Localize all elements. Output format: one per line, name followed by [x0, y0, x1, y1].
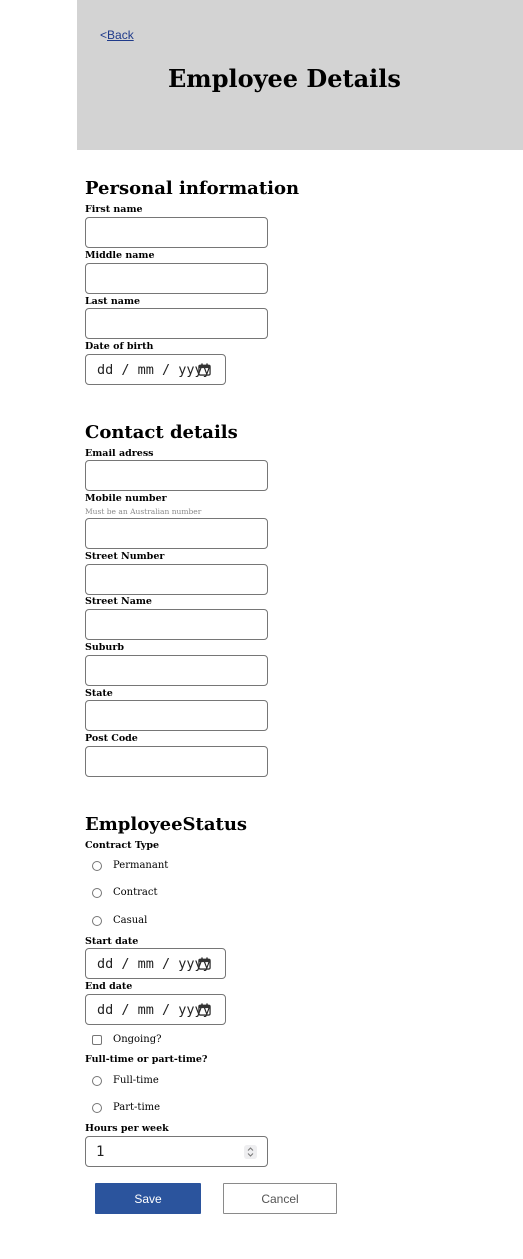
state-field[interactable]: [85, 700, 268, 731]
contract-type-label: Contract Type: [85, 840, 160, 851]
radio-full-time[interactable]: Full-time: [92, 1075, 159, 1086]
postcode-label: Post Code: [85, 733, 138, 744]
suburb-label: Suburb: [85, 642, 124, 653]
calendar-icon[interactable]: [198, 363, 211, 376]
radio-button[interactable]: [92, 887, 102, 898]
save-button[interactable]: Save: [95, 1183, 201, 1214]
suburb-field[interactable]: [85, 655, 268, 686]
street-name-field[interactable]: [85, 609, 268, 640]
page-header: <Back Employee Details: [77, 0, 523, 150]
mobile-hint: Must be an Australian number: [85, 507, 202, 516]
page-title: Employee Details: [168, 64, 401, 93]
last-name-field[interactable]: [85, 308, 268, 339]
radio-label: Part-time: [113, 1102, 161, 1113]
email-field[interactable]: [85, 460, 268, 491]
spinner-icon[interactable]: [244, 1145, 257, 1159]
calendar-icon[interactable]: [198, 957, 211, 970]
ongoing-checkbox-row[interactable]: Ongoing?: [92, 1034, 161, 1045]
middle-name-label: Middle name: [85, 250, 155, 261]
street-number-field[interactable]: [85, 564, 268, 595]
radio-button[interactable]: [92, 1102, 102, 1113]
radio-permanant[interactable]: Permanant: [92, 860, 168, 871]
radio-label: Casual: [113, 915, 148, 926]
mobile-label: Mobile number: [85, 493, 167, 504]
radio-label: Full-time: [113, 1075, 159, 1086]
radio-part-time[interactable]: Part-time: [92, 1102, 160, 1113]
radio-button[interactable]: [92, 860, 102, 871]
section-title-personal: Personal information: [85, 178, 300, 199]
first-name-field[interactable]: [85, 217, 268, 248]
back-link[interactable]: <Back: [100, 28, 134, 42]
postcode-field[interactable]: [85, 746, 268, 777]
dob-label: Date of birth: [85, 341, 154, 352]
start-date-label: Start date: [85, 936, 139, 947]
first-name-label: First name: [85, 204, 143, 215]
ongoing-checkbox[interactable]: [92, 1034, 102, 1045]
hours-value: 1: [96, 1143, 105, 1160]
radio-button[interactable]: [92, 1075, 102, 1086]
dob-field[interactable]: dd / mm / yyyy: [85, 354, 226, 385]
back-label[interactable]: Back: [107, 28, 134, 42]
radio-contract[interactable]: Contract: [92, 887, 158, 898]
email-label: Email adress: [85, 448, 154, 459]
radio-label: Contract: [113, 887, 158, 898]
back-prefix: <: [100, 28, 108, 42]
street-name-label: Street Name: [85, 596, 152, 607]
end-date-label: End date: [85, 981, 133, 992]
start-date-placeholder: dd / mm / yyyy: [97, 955, 211, 972]
start-date-field[interactable]: dd / mm / yyyy: [85, 948, 226, 979]
last-name-label: Last name: [85, 296, 141, 307]
radio-label: Permanant: [113, 860, 169, 871]
hours-label: Hours per week: [85, 1123, 169, 1134]
radio-casual[interactable]: Casual: [92, 915, 147, 926]
section-title-contact: Contact details: [85, 422, 238, 443]
dob-placeholder: dd / mm / yyyy: [97, 361, 211, 378]
middle-name-field[interactable]: [85, 263, 268, 294]
mobile-field[interactable]: [85, 518, 268, 549]
state-label: State: [85, 688, 113, 699]
section-title-status: EmployeeStatus: [85, 814, 248, 835]
ft-pt-label: Full-time or part-time?: [85, 1054, 208, 1065]
cancel-button[interactable]: Cancel: [223, 1183, 337, 1214]
end-date-field[interactable]: dd / mm / yyyy: [85, 994, 226, 1025]
calendar-icon[interactable]: [198, 1003, 211, 1016]
street-number-label: Street Number: [85, 551, 165, 562]
radio-button[interactable]: [92, 915, 102, 926]
ongoing-label: Ongoing?: [113, 1034, 162, 1045]
end-date-placeholder: dd / mm / yyyy: [97, 1001, 211, 1018]
hours-per-week-field[interactable]: 1: [85, 1136, 268, 1167]
